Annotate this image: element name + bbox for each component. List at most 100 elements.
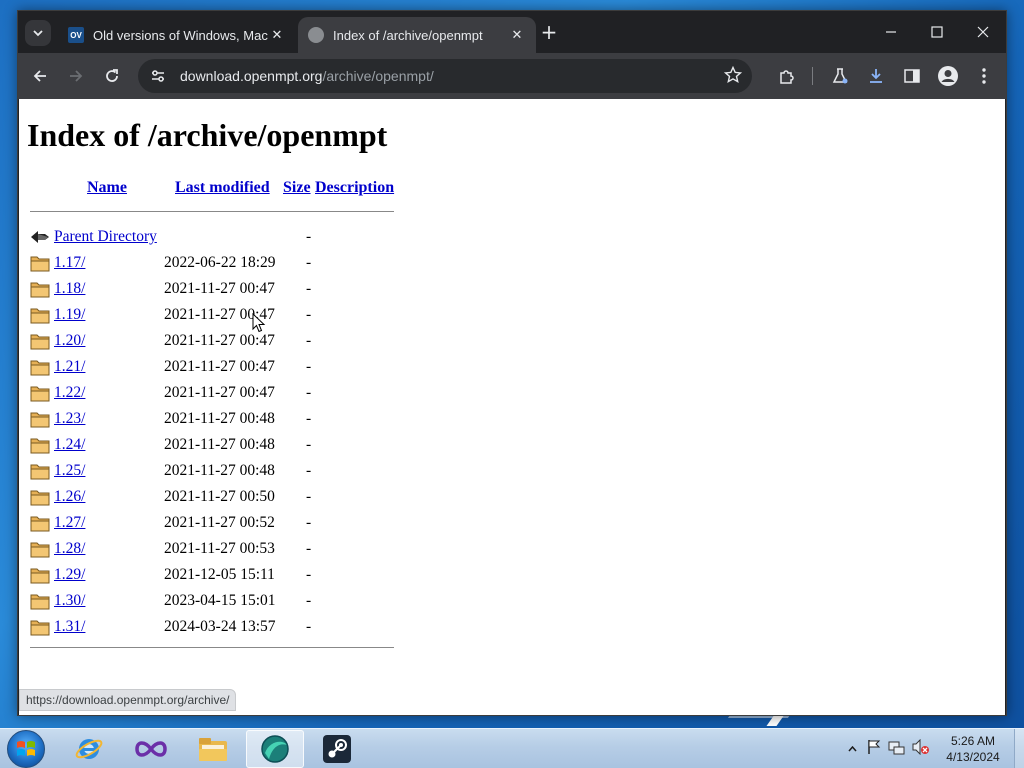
directory-link[interactable]: 1.25/	[54, 462, 85, 480]
directory-link[interactable]: 1.29/	[54, 566, 85, 584]
row-last-modified: 2021-11-27 00:48	[164, 462, 275, 479]
row-last-modified: 2021-11-27 00:47	[164, 280, 275, 297]
directory-link[interactable]: 1.22/	[54, 384, 85, 402]
taskbar-internet-explorer[interactable]	[60, 730, 118, 768]
address-bar[interactable]: download.openmpt.org/archive/openmpt/	[138, 59, 752, 93]
folder-icon	[30, 386, 50, 402]
clock-date: 4/13/2024	[946, 750, 1000, 764]
tab-index-openmpt[interactable]: Index of /archive/openmpt ✕	[298, 17, 536, 53]
parent-directory-link[interactable]: Parent Directory	[54, 228, 157, 246]
tab-search-button[interactable]	[25, 20, 51, 46]
action-center-icon[interactable]	[866, 739, 882, 759]
taskbar: 5:26 AM 4/13/2024	[0, 728, 1024, 768]
network-icon[interactable]	[888, 739, 906, 759]
site-info-icon[interactable]	[148, 66, 168, 86]
tab-title: Index of /archive/openmpt	[333, 27, 483, 43]
row-last-modified: 2021-11-27 00:53	[164, 540, 275, 557]
directory-row: 1.24/2021-11-27 00:48 -	[19, 435, 419, 461]
row-last-modified: 2021-11-27 00:48	[164, 410, 275, 427]
directory-row: 1.20/2021-11-27 00:47 -	[19, 331, 419, 357]
taskbar-steam[interactable]	[308, 730, 366, 768]
side-panel-icon	[904, 69, 920, 83]
folder-icon	[30, 464, 50, 480]
directory-link[interactable]: 1.24/	[54, 436, 85, 454]
bookmark-star-icon[interactable]	[723, 65, 743, 88]
directory-link[interactable]: 1.23/	[54, 410, 85, 428]
row-size: -	[306, 462, 312, 479]
close-tab-icon[interactable]: ✕	[268, 26, 286, 44]
directory-row: 1.21/2021-11-27 00:47 -	[19, 357, 419, 383]
windows-logo-icon	[17, 741, 35, 756]
folder-icon	[30, 594, 50, 610]
row-size: -	[306, 280, 312, 297]
page-content: Index of /archive/openmpt Name Last modi…	[19, 99, 1005, 715]
arrow-right-icon	[70, 70, 83, 82]
browser-icon	[261, 735, 289, 763]
labs-button[interactable]	[828, 64, 852, 88]
folder-icon	[30, 568, 50, 584]
chevron-up-icon	[847, 746, 857, 752]
row-size: -	[306, 436, 312, 453]
profile-button[interactable]	[936, 64, 960, 88]
reload-icon	[106, 69, 118, 82]
column-header-name[interactable]: Name	[87, 179, 127, 197]
row-last-modified: 2022-06-22 18:29	[164, 254, 276, 271]
directory-link[interactable]: 1.31/	[54, 618, 85, 636]
chevron-down-icon	[33, 30, 43, 37]
folder-icon	[30, 412, 50, 428]
row-size: -	[306, 332, 312, 349]
column-header-description[interactable]: Description	[315, 179, 394, 197]
folder-icon	[30, 308, 50, 324]
reload-button[interactable]	[100, 64, 124, 88]
new-tab-button[interactable]: +	[539, 22, 559, 43]
flask-icon	[832, 68, 848, 84]
row-size: -	[306, 488, 312, 505]
start-button[interactable]	[7, 730, 45, 768]
globe-icon	[308, 27, 324, 43]
arrow-left-icon	[33, 70, 46, 82]
forward-button[interactable]	[64, 64, 88, 88]
directory-link[interactable]: 1.26/	[54, 488, 85, 506]
volume-muted-icon[interactable]	[912, 738, 930, 759]
system-clock[interactable]: 5:26 AM 4/13/2024	[940, 733, 1006, 765]
taskbar-visual-studio[interactable]	[122, 730, 180, 768]
tab-title: Old versions of Windows, Mac	[93, 27, 268, 43]
taskbar-browser[interactable]	[246, 730, 304, 768]
directory-row: 1.18/2021-11-27 00:47 -	[19, 279, 419, 305]
folder-icon	[30, 490, 50, 506]
row-last-modified: 2021-11-27 00:48	[164, 436, 275, 453]
directory-link[interactable]: 1.27/	[54, 514, 85, 532]
row-last-modified: 2021-11-27 00:47	[164, 332, 275, 349]
directory-link[interactable]: 1.19/	[54, 306, 85, 324]
folder-icon	[30, 620, 50, 636]
row-size: -	[306, 358, 312, 375]
folder-icon	[30, 256, 50, 272]
back-button[interactable]	[28, 64, 52, 88]
directory-link[interactable]: 1.18/	[54, 280, 85, 298]
directory-link[interactable]: 1.30/	[54, 592, 85, 610]
tab-old-versions[interactable]: OV Old versions of Windows, Mac ✕	[58, 17, 296, 53]
side-panel-button[interactable]	[900, 64, 924, 88]
row-size: -	[306, 410, 312, 427]
directory-link[interactable]: 1.21/	[54, 358, 85, 376]
close-tab-icon[interactable]: ✕	[508, 26, 526, 44]
maximize-button[interactable]	[914, 19, 960, 45]
downloads-button[interactable]	[864, 64, 888, 88]
close-window-button[interactable]	[960, 19, 1006, 45]
column-header-size[interactable]: Size	[283, 179, 311, 197]
maximize-icon	[931, 26, 943, 38]
directory-link[interactable]: 1.20/	[54, 332, 85, 350]
extensions-button[interactable]	[775, 64, 799, 88]
internet-explorer-icon	[75, 739, 103, 759]
minimize-button[interactable]	[868, 19, 914, 45]
row-last-modified: 2021-12-05 15:11	[164, 566, 275, 583]
directory-link[interactable]: 1.17/	[54, 254, 85, 272]
column-header-last-modified[interactable]: Last modified	[175, 179, 270, 197]
taskbar-file-explorer[interactable]	[184, 730, 242, 768]
header-divider	[30, 211, 394, 212]
directory-link[interactable]: 1.28/	[54, 540, 85, 558]
show-hidden-icons-button[interactable]	[846, 746, 858, 752]
show-desktop-button[interactable]	[1014, 729, 1024, 768]
menu-button[interactable]	[972, 64, 996, 88]
row-size: -	[306, 618, 312, 635]
